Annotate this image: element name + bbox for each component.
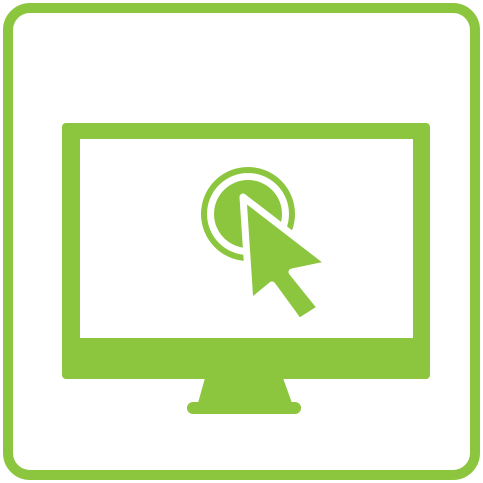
monitor-stand [198,378,292,403]
monitor-stand-base [187,402,301,414]
icon-canvas [0,0,483,483]
computer-click-icon [3,3,480,480]
